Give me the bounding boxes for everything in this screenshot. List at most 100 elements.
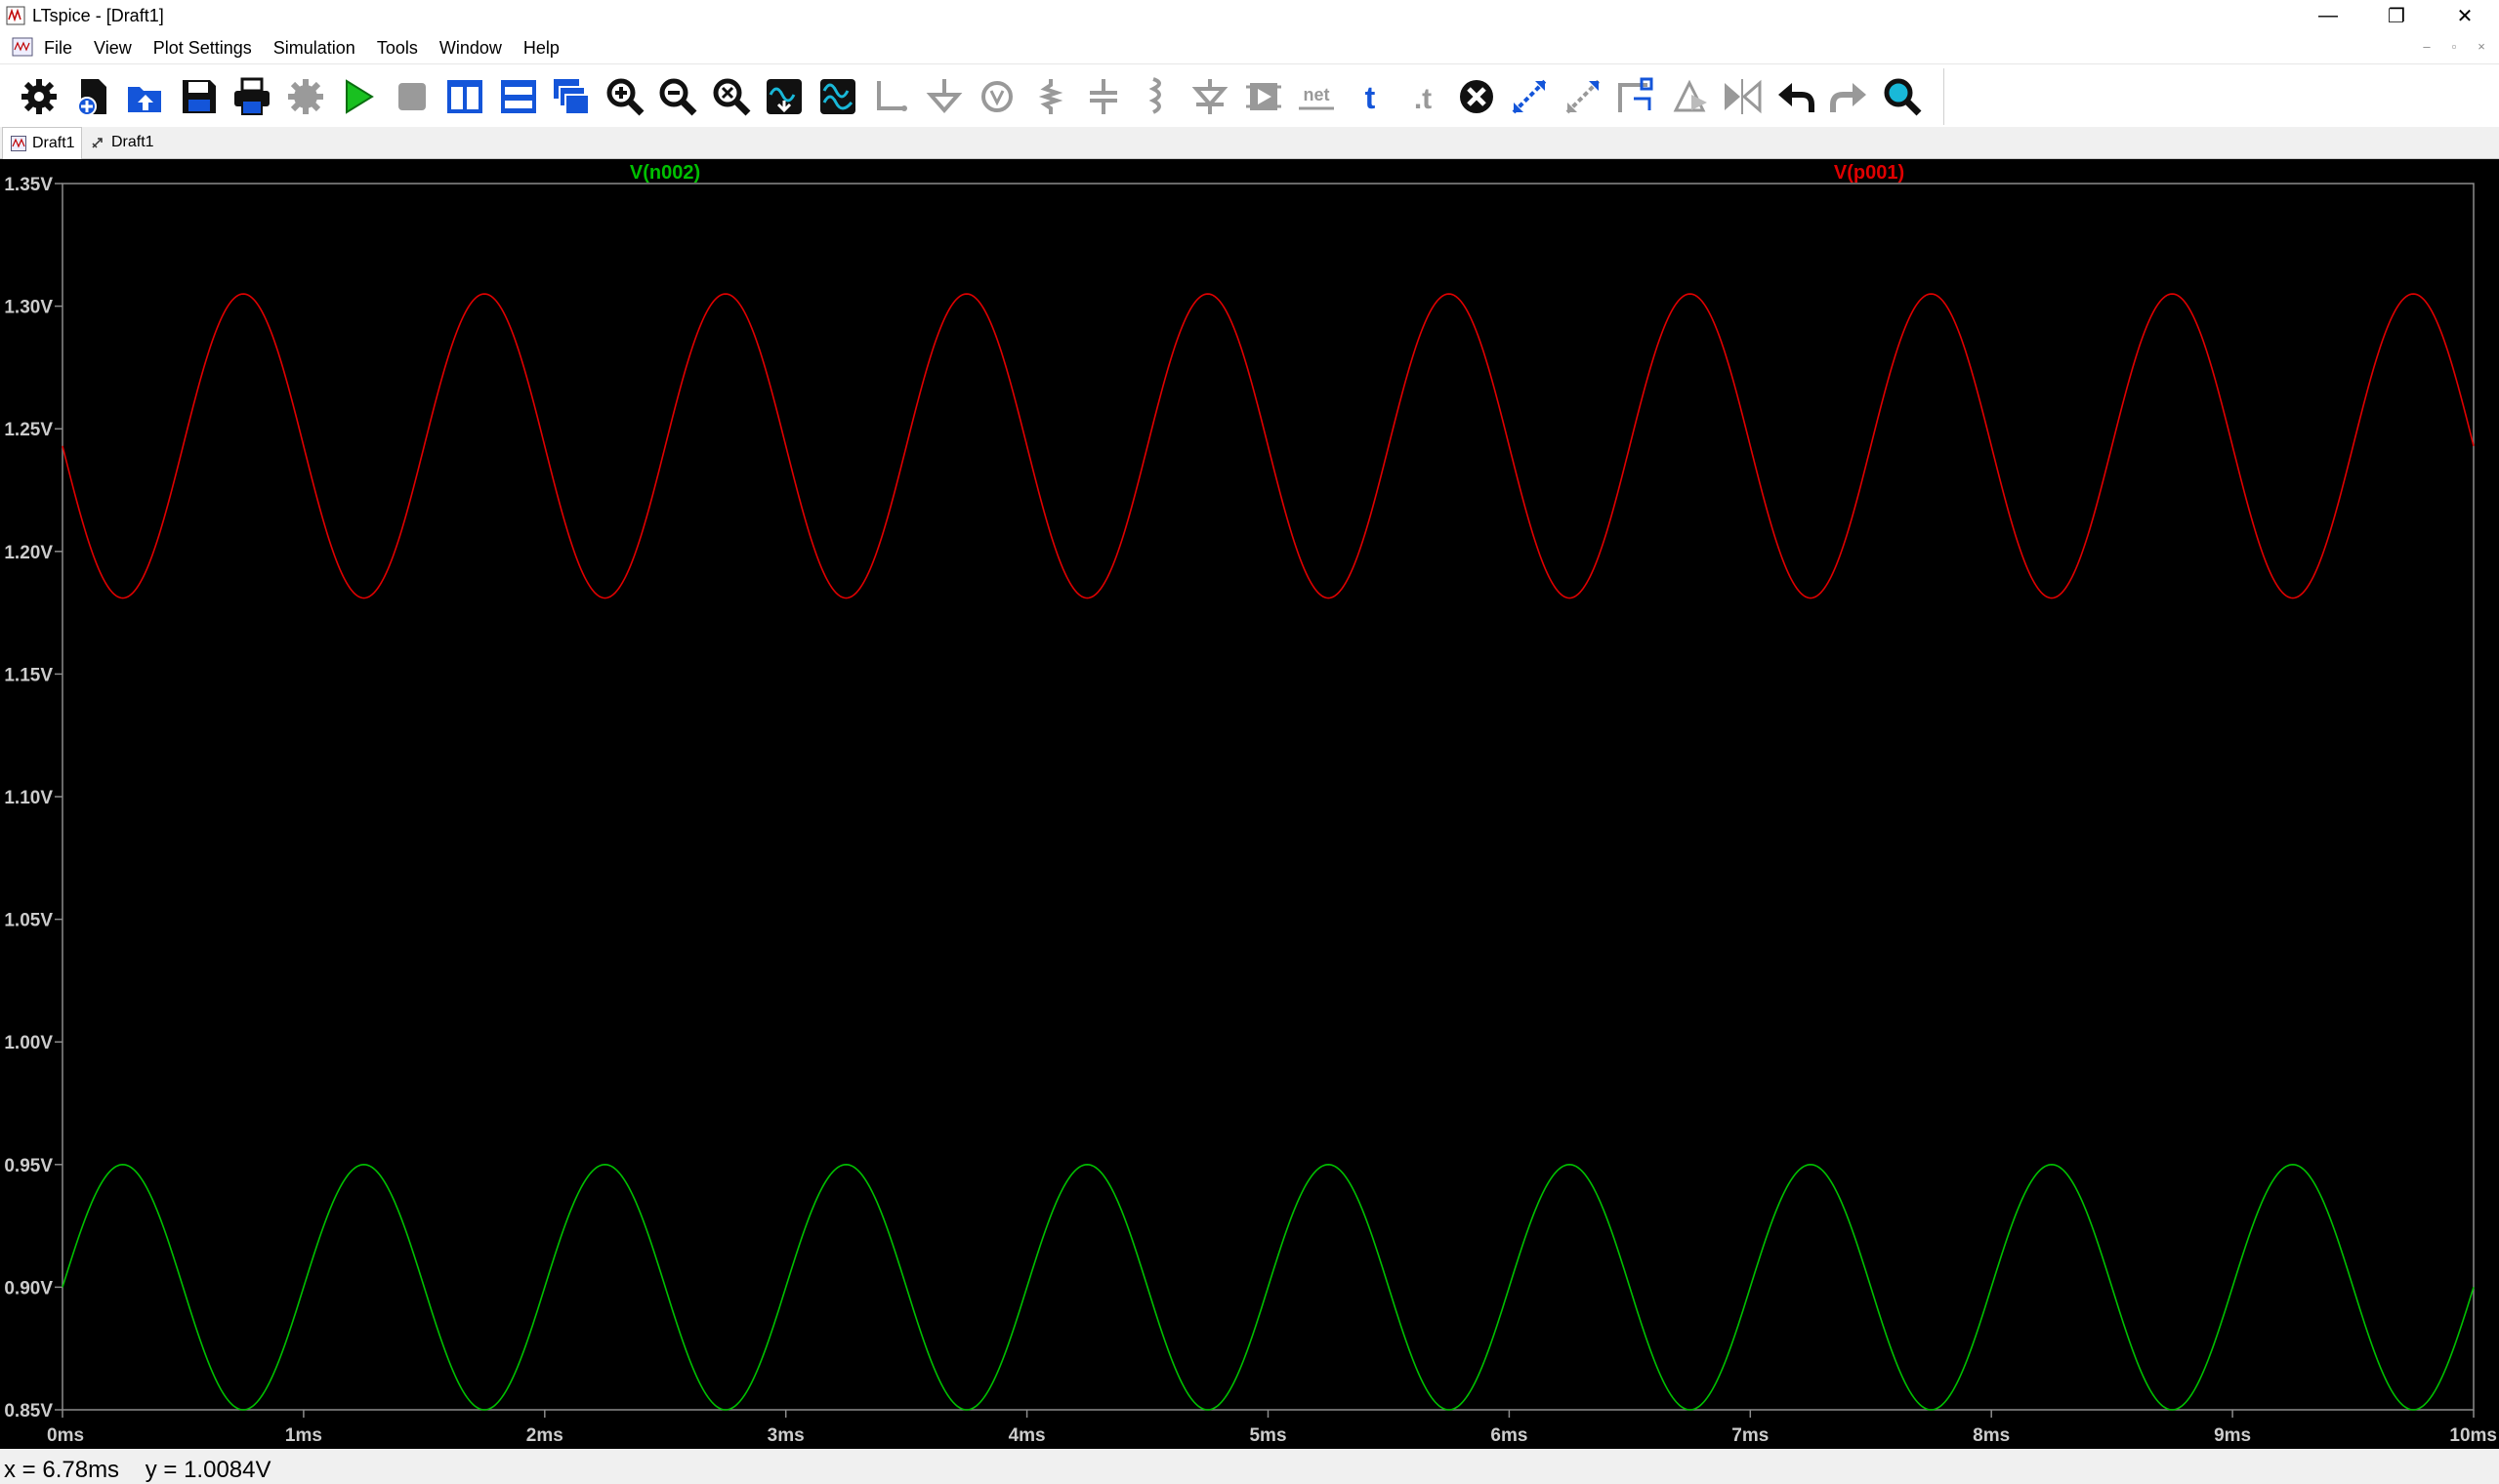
x-readout: x = 6.78ms [4,1457,120,1483]
run-icon [346,79,374,114]
menu-tools[interactable]: Tools [377,36,418,61]
text-button[interactable]: t [1345,71,1395,122]
trace-label-vn002[interactable]: V(n002) [630,162,700,184]
mdi-close-button[interactable]: × [2471,39,2492,54]
x-tick-label: 6ms [1490,1425,1527,1446]
capacitor-icon [1090,79,1117,114]
close-icon: ✕ [2456,6,2474,27]
y-tick-label: 1.20V [4,543,53,563]
inductor-button[interactable] [1132,71,1183,122]
zoom-out-button[interactable] [652,71,703,122]
zoom-in-button[interactable] [600,71,650,122]
component-button[interactable] [1238,71,1289,122]
new-schematic-button[interactable] [67,71,118,122]
rotate-button[interactable] [1610,71,1661,122]
autorange-button[interactable] [759,71,810,122]
y-tick-label: 1.05V [4,911,53,931]
net-name-button[interactable]: net [1291,71,1342,122]
menu-file[interactable]: File [44,36,72,61]
menu-plot-settings[interactable]: Plot Settings [153,36,252,61]
cascade-button[interactable] [546,71,597,122]
flip-button[interactable] [1717,71,1768,122]
add-trace-button[interactable] [812,71,863,122]
menu-help[interactable]: Help [523,36,560,61]
drag-button[interactable] [1558,71,1608,122]
save-icon [182,80,216,113]
x-tick-label: 10ms [2449,1425,2497,1446]
x-tick-label: 4ms [1009,1425,1046,1446]
ground-button[interactable] [919,71,970,122]
x-tick-label: 2ms [526,1425,563,1446]
label-net-button[interactable] [972,71,1022,122]
x-tick-label: 8ms [1973,1425,2010,1446]
x-tick-label: 0ms [47,1425,84,1446]
zoom-fit-icon [713,78,750,116]
menu-simulation[interactable]: Simulation [273,36,355,61]
cursor-readout: x = 6.78ms y = 1.0084V [4,1457,271,1484]
open-button[interactable] [120,71,171,122]
waveform-tab-icon [11,136,26,151]
y-tick-label: 0.95V [4,1156,53,1176]
component-icon [1245,83,1281,110]
directive-tool-glyph: .t [1414,83,1432,115]
menu-bar: File View Plot Settings Simulation Tools… [0,32,2499,63]
text-tool-glyph: t [1364,80,1375,115]
mirror-icon [1673,79,1707,112]
restore-button[interactable]: ❐ [2362,0,2431,32]
wire-button[interactable] [865,71,916,122]
delete-button[interactable] [1451,71,1502,122]
close-button[interactable]: ✕ [2431,0,2499,32]
window-title: LTspice - [Draft1] [32,6,164,25]
zoom-in-icon [606,78,644,116]
tile-vertical-button[interactable] [439,71,490,122]
save-button[interactable] [174,71,225,122]
zoom-fit-button[interactable] [706,71,757,122]
restore-icon: ❐ [2388,6,2405,27]
capacitor-button[interactable] [1078,71,1129,122]
settings-button[interactable] [14,71,64,122]
y-readout: y = 1.0084V [145,1457,271,1483]
menu-window[interactable]: Window [439,36,502,61]
spice-directive-button[interactable]: .t [1397,71,1448,122]
diode-button[interactable] [1185,71,1235,122]
trace-vn002 [62,1163,2475,1411]
control-panel-button[interactable] [280,71,331,122]
ltspice-app-icon[interactable] [6,6,25,25]
resistor-icon [1038,79,1062,114]
undo-icon [1777,83,1814,112]
minimize-icon: — [2318,5,2338,26]
add-trace-icon [819,79,855,114]
redo-button[interactable] [1823,71,1874,122]
y-tick-label: 1.30V [4,298,53,318]
minimize-button[interactable]: — [2294,0,2362,32]
tab-waveform-draft1[interactable]: Draft1 [2,127,82,159]
document-window-icon[interactable] [12,37,33,57]
flip-icon [1725,79,1762,114]
diode-icon [1191,79,1229,114]
menu-view[interactable]: View [94,36,132,61]
move-icon [1512,79,1547,114]
plot-frame [62,183,2475,1411]
gear-icon [21,79,57,114]
waveform-chart[interactable]: 1.35V 1.30V 1.25V 1.20V 1.15V 1.10V 1.05V 1.00V… [0,159,2499,1449]
mdi-minimize-button[interactable]: – [2416,39,2437,54]
halt-icon [397,83,426,110]
waveform-plot-pane[interactable]: 1.35V 1.30V 1.25V 1.20V 1.15V 1.10V 1.05V 1.00V… [0,159,2499,1449]
zoom-out-icon [659,78,697,116]
print-button[interactable] [227,71,277,122]
undo-button[interactable] [1770,71,1821,122]
mdi-restore-button[interactable]: ▫ [2443,39,2465,54]
tile-horizontal-button[interactable] [493,71,544,122]
new-schematic-icon [76,79,106,116]
run-button[interactable] [333,71,384,122]
move-button[interactable] [1504,71,1555,122]
y-tick-label: 1.15V [4,665,53,685]
resistor-button[interactable] [1025,71,1076,122]
x-tick-label: 7ms [1731,1425,1769,1446]
halt-button[interactable] [387,71,437,122]
mirror-button[interactable] [1664,71,1715,122]
toolbar: net t .t [0,63,2499,128]
find-button[interactable] [1877,71,1928,122]
trace-label-vp001[interactable]: V(p001) [1834,162,1904,184]
tab-schematic-draft1[interactable]: Draft1 [82,127,160,158]
